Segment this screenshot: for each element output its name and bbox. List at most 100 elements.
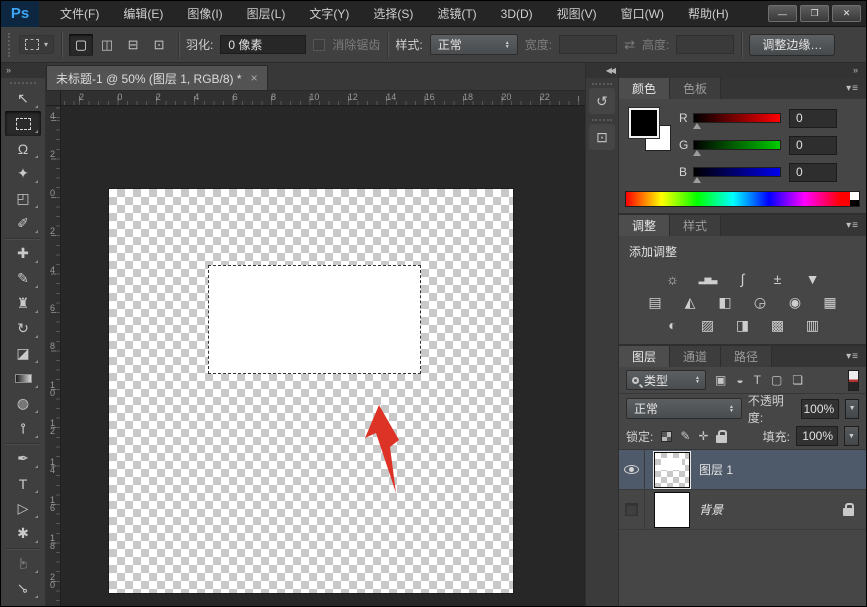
pen-tool[interactable]: ✒ <box>5 446 41 471</box>
threshold-icon[interactable]: ◨ <box>730 315 756 335</box>
color-lookup-icon[interactable]: ▦ <box>817 292 843 312</box>
layers-tab-0[interactable]: 图层 <box>619 346 670 367</box>
history-panel-button[interactable]: ↺ <box>589 88 615 114</box>
eyedropper-tool[interactable]: ✐ <box>5 211 41 236</box>
history-brush-tool[interactable]: ↻ <box>5 316 41 341</box>
opacity-dropdown-icon[interactable]: ▼ <box>845 399 859 419</box>
brush-tool[interactable]: ✎ <box>5 266 41 291</box>
visibility-well[interactable] <box>619 450 645 490</box>
restore-button[interactable]: ❐ <box>800 5 829 22</box>
filter-shape-layers-icon[interactable]: ▢ <box>771 373 782 387</box>
lock-all-icon[interactable] <box>716 435 727 443</box>
vibrance-icon[interactable]: ▼ <box>800 269 826 289</box>
active-tool-preset[interactable]: ▾ <box>19 35 54 54</box>
filter-smart-objects-icon[interactable]: ❏ <box>792 373 803 387</box>
custom-shape-tool[interactable]: ✱ <box>5 521 41 546</box>
style-dropdown[interactable]: 正常 ▲▼ <box>430 34 518 55</box>
foreground-color-swatch[interactable] <box>629 108 659 138</box>
document-tab[interactable]: 未标题-1 @ 50% (图层 1, RGB/8) * × <box>46 65 268 90</box>
dodge-tool[interactable]: ⊸ <box>5 416 41 441</box>
color-balance-icon[interactable]: ◭ <box>677 292 703 312</box>
filter-pixel-layers-icon[interactable]: ▣ <box>715 373 726 387</box>
layer-thumbnail[interactable] <box>654 492 690 528</box>
color-tab-0[interactable]: 颜色 <box>619 78 670 99</box>
height-input[interactable] <box>676 35 734 54</box>
marquee-selection[interactable] <box>208 265 421 374</box>
gradient-map-icon[interactable]: ▥ <box>800 315 826 335</box>
filter-adjustment-layers-icon[interactable]: ◒ <box>736 373 743 387</box>
black-white-icon[interactable]: ◧ <box>712 292 738 312</box>
filter-type-dropdown[interactable]: 类型 ▲▼ <box>626 370 706 390</box>
slider-thumb[interactable] <box>693 150 701 156</box>
intersect-selection-button[interactable]: ⊡ <box>147 34 171 56</box>
move-tool[interactable]: ↖ <box>5 86 41 111</box>
close-tab-icon[interactable]: × <box>251 71 258 85</box>
zoom-tool[interactable]: ⊸ <box>5 576 41 601</box>
menu-item-8[interactable]: 视图(V) <box>546 1 608 26</box>
menu-item-4[interactable]: 文字(Y) <box>298 1 360 26</box>
panel-menu-icon[interactable]: ▾≡ <box>846 220 859 231</box>
menu-item-0[interactable]: 文件(F) <box>49 1 110 26</box>
lasso-tool[interactable]: Ω <box>5 136 41 161</box>
adjustments-tab-1[interactable]: 样式 <box>670 215 721 236</box>
path-selection-tool[interactable]: ▷ <box>5 496 41 521</box>
layer-row-0[interactable]: 图层 1 <box>619 450 866 490</box>
layer-thumbnail[interactable] <box>654 452 690 488</box>
hand-tool[interactable]: ☞ <box>5 551 41 576</box>
width-input[interactable] <box>559 35 617 54</box>
subtract-from-selection-button[interactable]: ⊟ <box>121 34 145 56</box>
menu-item-6[interactable]: 滤镜(T) <box>426 1 487 26</box>
gradient-tool[interactable] <box>5 366 41 391</box>
minimize-button[interactable]: — <box>768 5 797 22</box>
panel-menu-icon[interactable]: ▾≡ <box>846 83 859 94</box>
strip-grip[interactable] <box>592 119 612 121</box>
clone-stamp-tool[interactable]: ♜ <box>5 291 41 316</box>
refine-edge-button[interactable]: 调整边缘… <box>749 34 835 56</box>
eraser-tool[interactable]: ◪ <box>5 341 41 366</box>
properties-panel-button[interactable]: ⊡ <box>589 124 615 150</box>
fill-dropdown-icon[interactable]: ▼ <box>844 426 859 446</box>
slider-track-B[interactable] <box>693 167 781 177</box>
document-canvas[interactable] <box>109 189 513 593</box>
slider-value-R[interactable]: 0 <box>789 109 837 128</box>
menu-item-10[interactable]: 帮助(H) <box>677 1 740 26</box>
white-chip[interactable] <box>850 192 859 200</box>
expand-panels-icon[interactable]: ◀◀ <box>586 63 618 78</box>
menu-item-2[interactable]: 图像(I) <box>176 1 233 26</box>
photo-filter-icon[interactable]: ◶ <box>747 292 773 312</box>
color-tab-1[interactable]: 色板 <box>670 78 721 99</box>
crop-tool[interactable]: ◰ <box>5 186 41 211</box>
black-chip[interactable] <box>850 200 859 206</box>
adjustments-tab-0[interactable]: 调整 <box>619 215 670 236</box>
quick-selection-tool[interactable]: ✦ <box>5 161 41 186</box>
type-tool[interactable]: T <box>5 471 41 496</box>
panel-menu-icon[interactable]: ▾≡ <box>846 351 859 362</box>
menu-item-9[interactable]: 窗口(W) <box>610 1 675 26</box>
channel-mixer-icon[interactable]: ◉ <box>782 292 808 312</box>
new-selection-button[interactable]: ▢ <box>69 34 93 56</box>
filter-type-layers-icon[interactable]: T <box>754 373 761 387</box>
slider-thumb[interactable] <box>693 123 701 129</box>
antialias-checkbox[interactable] <box>313 39 325 51</box>
close-button[interactable]: ✕ <box>832 5 861 22</box>
fill-value[interactable]: 100% <box>796 426 838 446</box>
slider-value-B[interactable]: 0 <box>789 163 837 182</box>
brightness-contrast-icon[interactable]: ☼ <box>660 269 686 289</box>
opacity-value[interactable]: 100% <box>801 399 840 419</box>
feather-input[interactable]: 0 像素 <box>220 35 306 54</box>
levels-icon[interactable]: ▂▅▃ <box>695 269 721 289</box>
exposure-icon[interactable]: ± <box>765 269 791 289</box>
menu-item-5[interactable]: 选择(S) <box>362 1 424 26</box>
rectangular-marquee-tool[interactable] <box>5 111 41 136</box>
lock-image-pixels-icon[interactable]: ✎ <box>680 429 690 443</box>
slider-thumb[interactable] <box>693 177 701 183</box>
layers-tab-1[interactable]: 通道 <box>670 346 721 367</box>
toolbar-grip[interactable] <box>10 82 36 84</box>
slider-track-G[interactable] <box>693 140 781 150</box>
spot-healing-brush-tool[interactable]: ✚ <box>5 241 41 266</box>
layer-row-1[interactable]: 背景 <box>619 490 866 530</box>
invert-icon[interactable]: ◐ <box>660 315 686 335</box>
blend-mode-dropdown[interactable]: 正常 ▲▼ <box>626 398 742 419</box>
strip-grip[interactable] <box>592 83 612 85</box>
blur-tool[interactable]: ◍ <box>5 391 41 416</box>
